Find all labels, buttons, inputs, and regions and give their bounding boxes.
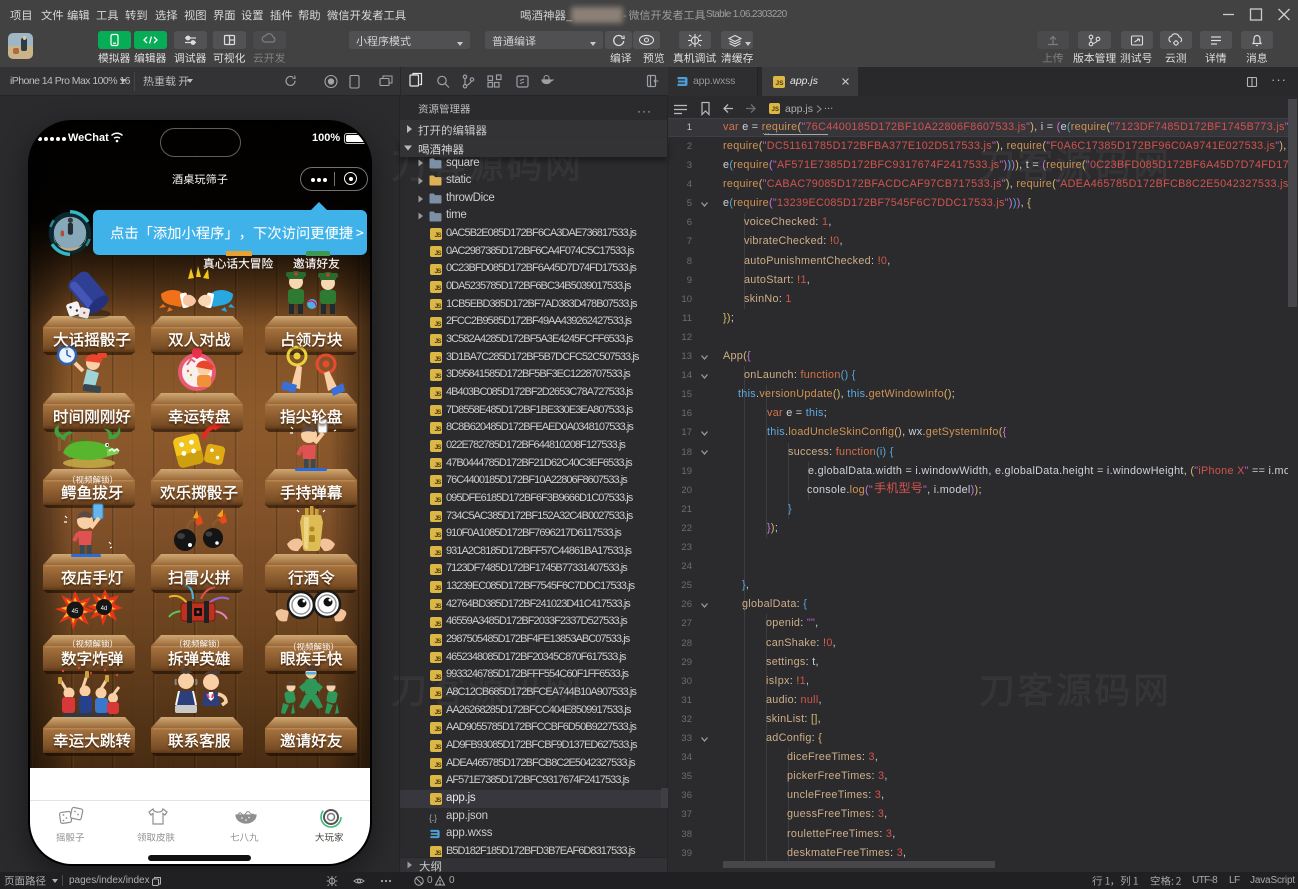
svg-text:4d: 4d xyxy=(101,606,108,612)
svg-text:45: 45 xyxy=(72,609,79,615)
